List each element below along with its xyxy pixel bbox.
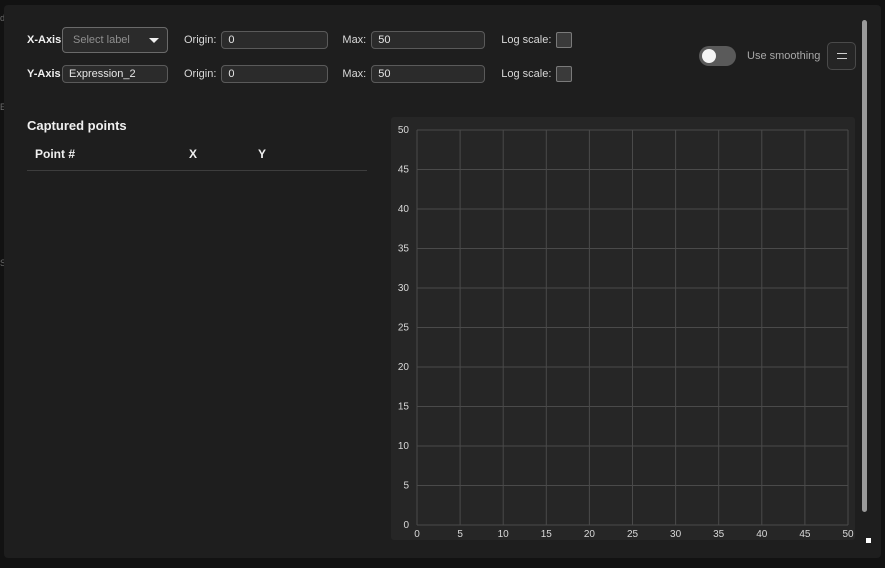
resize-handle[interactable]: [866, 538, 871, 543]
smoothing-label: Use smoothing: [747, 50, 821, 62]
y-tick-label: 50: [398, 125, 410, 136]
plot-panel[interactable]: 0 5 10 15 20 25 30 35 40 45 50 0 5 10 15 20 25 30 35 40 45 50: [391, 117, 855, 540]
x-tick-label: 50: [842, 529, 854, 540]
x-tick-label: 15: [541, 529, 553, 540]
x-max-label: Max:: [342, 34, 367, 46]
x-label-select[interactable]: Select label: [62, 27, 168, 53]
x-tick-label: 40: [756, 529, 768, 540]
plot-chart[interactable]: 0 5 10 15 20 25 30 35 40 45 50 0 5 10 15 20 25 30 35 40 45 50: [391, 117, 855, 540]
y-max-field[interactable]: 50: [371, 65, 486, 83]
y-tick-label: 40: [398, 204, 410, 215]
x-tick-label: 0: [414, 529, 420, 540]
y-axis-label: Y-Axis: [27, 68, 61, 80]
x-origin-label: Origin:: [184, 34, 217, 46]
scrollbar-thumb[interactable]: [862, 20, 867, 512]
menu-button[interactable]: [827, 42, 856, 70]
x-tick-label: 10: [498, 529, 510, 540]
x-axis-label: X-Axis: [27, 34, 62, 46]
x-log-scale-label: Log scale:: [501, 34, 552, 46]
column-point-number: Point #: [35, 147, 76, 161]
column-y: Y: [258, 147, 267, 161]
captured-points-table-header: Point # X Y: [27, 145, 367, 171]
x-origin-field[interactable]: 0: [221, 31, 329, 49]
y-log-scale-label: Log scale:: [501, 68, 552, 80]
x-tick-label: 20: [584, 529, 596, 540]
y-origin-field[interactable]: 0: [221, 65, 329, 83]
captured-points-title: Captured points: [27, 118, 127, 133]
y-tick-label: 10: [398, 441, 410, 452]
x-log-scale-checkbox[interactable]: [556, 32, 573, 48]
y-axis-row: Y-Axis Expression_2 Origin: 0 Max: 50 Lo…: [27, 62, 573, 86]
y-tick-label: 45: [398, 165, 410, 176]
x-tick-label: 30: [670, 529, 682, 540]
x-tick-label: 45: [799, 529, 811, 540]
y-label-field[interactable]: Expression_2: [62, 65, 168, 83]
smoothing-control: Use smoothing: [699, 46, 820, 66]
y-tick-label: 25: [398, 323, 410, 334]
menu-icon: [836, 53, 847, 54]
x-label-select-placeholder: Select label: [73, 34, 130, 46]
y-tick-label: 5: [403, 481, 409, 492]
y-log-scale-checkbox[interactable]: [556, 66, 573, 82]
x-axis-row: X-Axis Select label Origin: 0 Max: 50 Lo…: [27, 27, 573, 53]
y-origin-label: Origin:: [184, 68, 217, 80]
smoothing-toggle[interactable]: [699, 46, 736, 66]
y-tick-label: 15: [398, 402, 410, 413]
x-tick-label: 25: [627, 529, 639, 540]
x-max-field[interactable]: 50: [371, 31, 486, 49]
x-tick-label: 35: [713, 529, 725, 540]
y-tick-label: 20: [398, 362, 410, 373]
y-tick-label: 30: [398, 283, 410, 294]
column-x: X: [189, 147, 198, 161]
y-tick-label: 35: [398, 244, 410, 255]
vertical-scrollbar[interactable]: [862, 20, 867, 512]
plot-digitizer-dialog: X-Axis Select label Origin: 0 Max: 50 Lo…: [4, 5, 881, 558]
y-tick-label: 0: [403, 520, 409, 531]
toggle-knob: [702, 49, 716, 63]
x-tick-label: 5: [457, 529, 463, 540]
chevron-down-icon: [149, 37, 159, 43]
y-max-label: Max:: [342, 68, 367, 80]
